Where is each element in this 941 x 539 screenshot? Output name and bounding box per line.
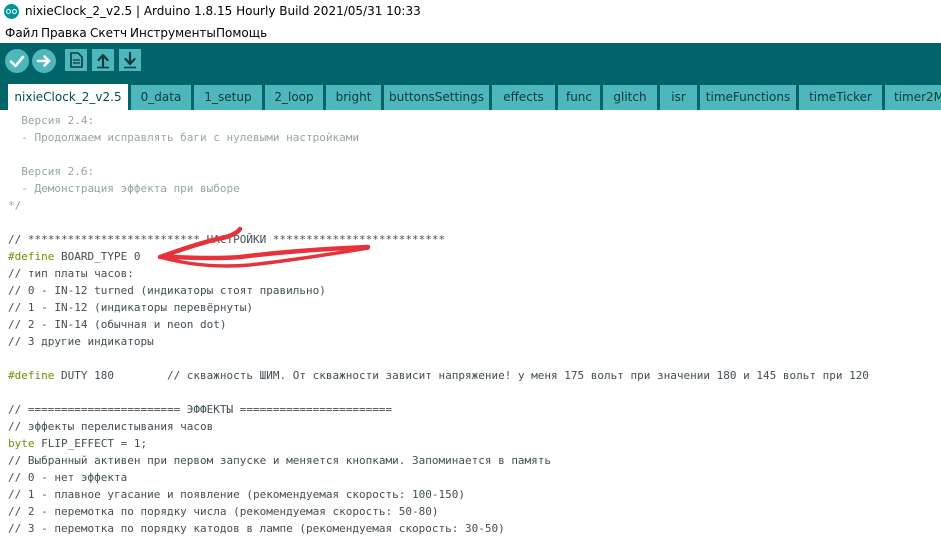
arrow-up-icon: [97, 53, 109, 69]
code-token: // тип платы часов:: [8, 267, 134, 280]
arrow-right-icon: [36, 55, 51, 67]
tab-0-data[interactable]: 0_data: [131, 85, 191, 110]
checkmark-icon: [9, 55, 25, 68]
tab-bright[interactable]: bright: [326, 85, 381, 110]
title-bar: nixieClock_2_v2.5 | Arduino 1.8.15 Hourl…: [0, 0, 941, 24]
code-token: #define: [8, 250, 55, 263]
tab-nixieclock[interactable]: nixieClock_2_v2.5: [8, 84, 128, 110]
tab-timefunctions[interactable]: timeFunctions: [700, 85, 796, 110]
code-token: // 1 - плавное угасание и появление (рек…: [8, 488, 465, 501]
tab-effects[interactable]: effects: [492, 85, 555, 110]
code-line: #define BOARD_TYPE 0: [8, 248, 140, 265]
tab-buttonssettings[interactable]: buttonsSettings: [384, 85, 489, 110]
code-token: Версия 2.6:: [8, 165, 95, 178]
new-file-icon: [70, 52, 83, 68]
menu-file[interactable]: Файл: [5, 26, 38, 40]
code-line: Версия 2.4:: [8, 112, 94, 129]
code-token: // ======================= ЭФФЕКТЫ =====…: [8, 403, 393, 416]
code-token: Версия 2.4:: [8, 114, 95, 127]
code-token: // эффекты перелистывания часов: [8, 420, 214, 433]
code-line: // Выбранный активен при первом запуске …: [8, 452, 551, 469]
tab-timer2mi[interactable]: timer2Mi: [885, 85, 941, 110]
code-token: - Продолжаем исправлять баги с нулевыми …: [8, 131, 359, 144]
upload-button[interactable]: [32, 49, 56, 73]
save-button[interactable]: [119, 49, 141, 71]
window-title: nixieClock_2_v2.5 | Arduino 1.8.15 Hourl…: [25, 4, 421, 18]
tab-func[interactable]: func: [558, 85, 600, 110]
tab-2-loop[interactable]: 2_loop: [265, 85, 323, 110]
code-line: // ************************** НАСТРОЙКИ …: [8, 231, 445, 248]
arrow-down-icon: [124, 51, 136, 69]
code-token: // ************************** НАСТРОЙКИ …: [8, 233, 446, 246]
code-token: // Выбранный активен при первом запуске …: [8, 454, 552, 467]
code-line: // тип платы часов:: [8, 265, 134, 282]
code-token: // 2 - IN-14 (обычная и neon dot): [8, 318, 227, 331]
code-line: */: [8, 197, 21, 214]
menu-help[interactable]: Помощь: [216, 26, 267, 40]
code-token: #define: [8, 369, 55, 382]
code-token: BOARD_TYPE 0: [54, 250, 141, 263]
code-line: byte FLIP_EFFECT = 1;: [8, 435, 147, 452]
code-line: // 2 - перемотка по порядку числа (реком…: [8, 503, 438, 520]
code-line: // 2 - IN-14 (обычная и neon dot): [8, 316, 227, 333]
code-token: // 0 - нет эффекта: [8, 471, 128, 484]
code-line: // эффекты перелистывания часов: [8, 418, 213, 435]
code-line: // 0 - нет эффекта: [8, 469, 127, 486]
tab-glitch[interactable]: glitch: [603, 85, 657, 110]
open-button[interactable]: [92, 49, 114, 71]
code-line: // 3 - перемотка по порядку катодов в ла…: [8, 520, 505, 537]
code-line: Версия 2.6:: [8, 163, 94, 180]
arduino-logo-icon: [4, 4, 19, 19]
menu-sketch[interactable]: Скетч: [90, 26, 127, 40]
tab-isr[interactable]: isr: [660, 85, 697, 110]
verify-button[interactable]: [5, 49, 29, 73]
new-sketch-button[interactable]: [65, 49, 87, 71]
toolbar: [0, 43, 941, 79]
code-token: // 1 - IN-12 (индикаторы перевёрнуты): [8, 301, 254, 314]
code-token: FLIP_EFFECT = 1;: [34, 437, 148, 450]
code-line: - Демонстрация эффекта при выборе: [8, 180, 240, 197]
code-token: // 0 - IN-12 turned (индикаторы стоят пр…: [8, 284, 326, 297]
code-token: byte: [8, 437, 35, 450]
tab-bar: nixieClock_2_v2.5 0_data 1_setup 2_loop …: [0, 79, 941, 110]
tab-timeticker[interactable]: timeTicker: [799, 85, 882, 110]
code-line: // 0 - IN-12 turned (индикаторы стоят пр…: [8, 282, 326, 299]
code-line: // 1 - плавное угасание и появление (рек…: [8, 486, 465, 503]
menu-bar: Файл Правка Скетч Инструменты Помощь: [0, 24, 941, 43]
code-token: */: [8, 199, 22, 212]
code-token: // 3 другие индикаторы: [8, 335, 154, 348]
code-line: // 3 другие индикаторы: [8, 333, 154, 350]
menu-tools[interactable]: Инструменты: [130, 26, 216, 40]
code-line: #define DUTY 180 // скважность ШИМ. От с…: [8, 367, 869, 384]
code-token: DUTY 180 // скважность ШИМ. От скважност…: [54, 369, 869, 382]
code-line: // 1 - IN-12 (индикаторы перевёрнуты): [8, 299, 253, 316]
code-token: // 3 - перемотка по порядку катодов в ла…: [8, 522, 505, 535]
menu-edit[interactable]: Правка: [41, 26, 87, 40]
tab-1-setup[interactable]: 1_setup: [194, 85, 262, 110]
code-editor[interactable]: Версия 2.4: - Продолжаем исправлять баги…: [0, 110, 941, 539]
code-line: - Продолжаем исправлять баги с нулевыми …: [8, 129, 359, 146]
code-token: // 2 - перемотка по порядку числа (реком…: [8, 505, 439, 518]
code-token: - Демонстрация эффекта при выборе: [8, 182, 240, 195]
code-line: // ======================= ЭФФЕКТЫ =====…: [8, 401, 392, 418]
